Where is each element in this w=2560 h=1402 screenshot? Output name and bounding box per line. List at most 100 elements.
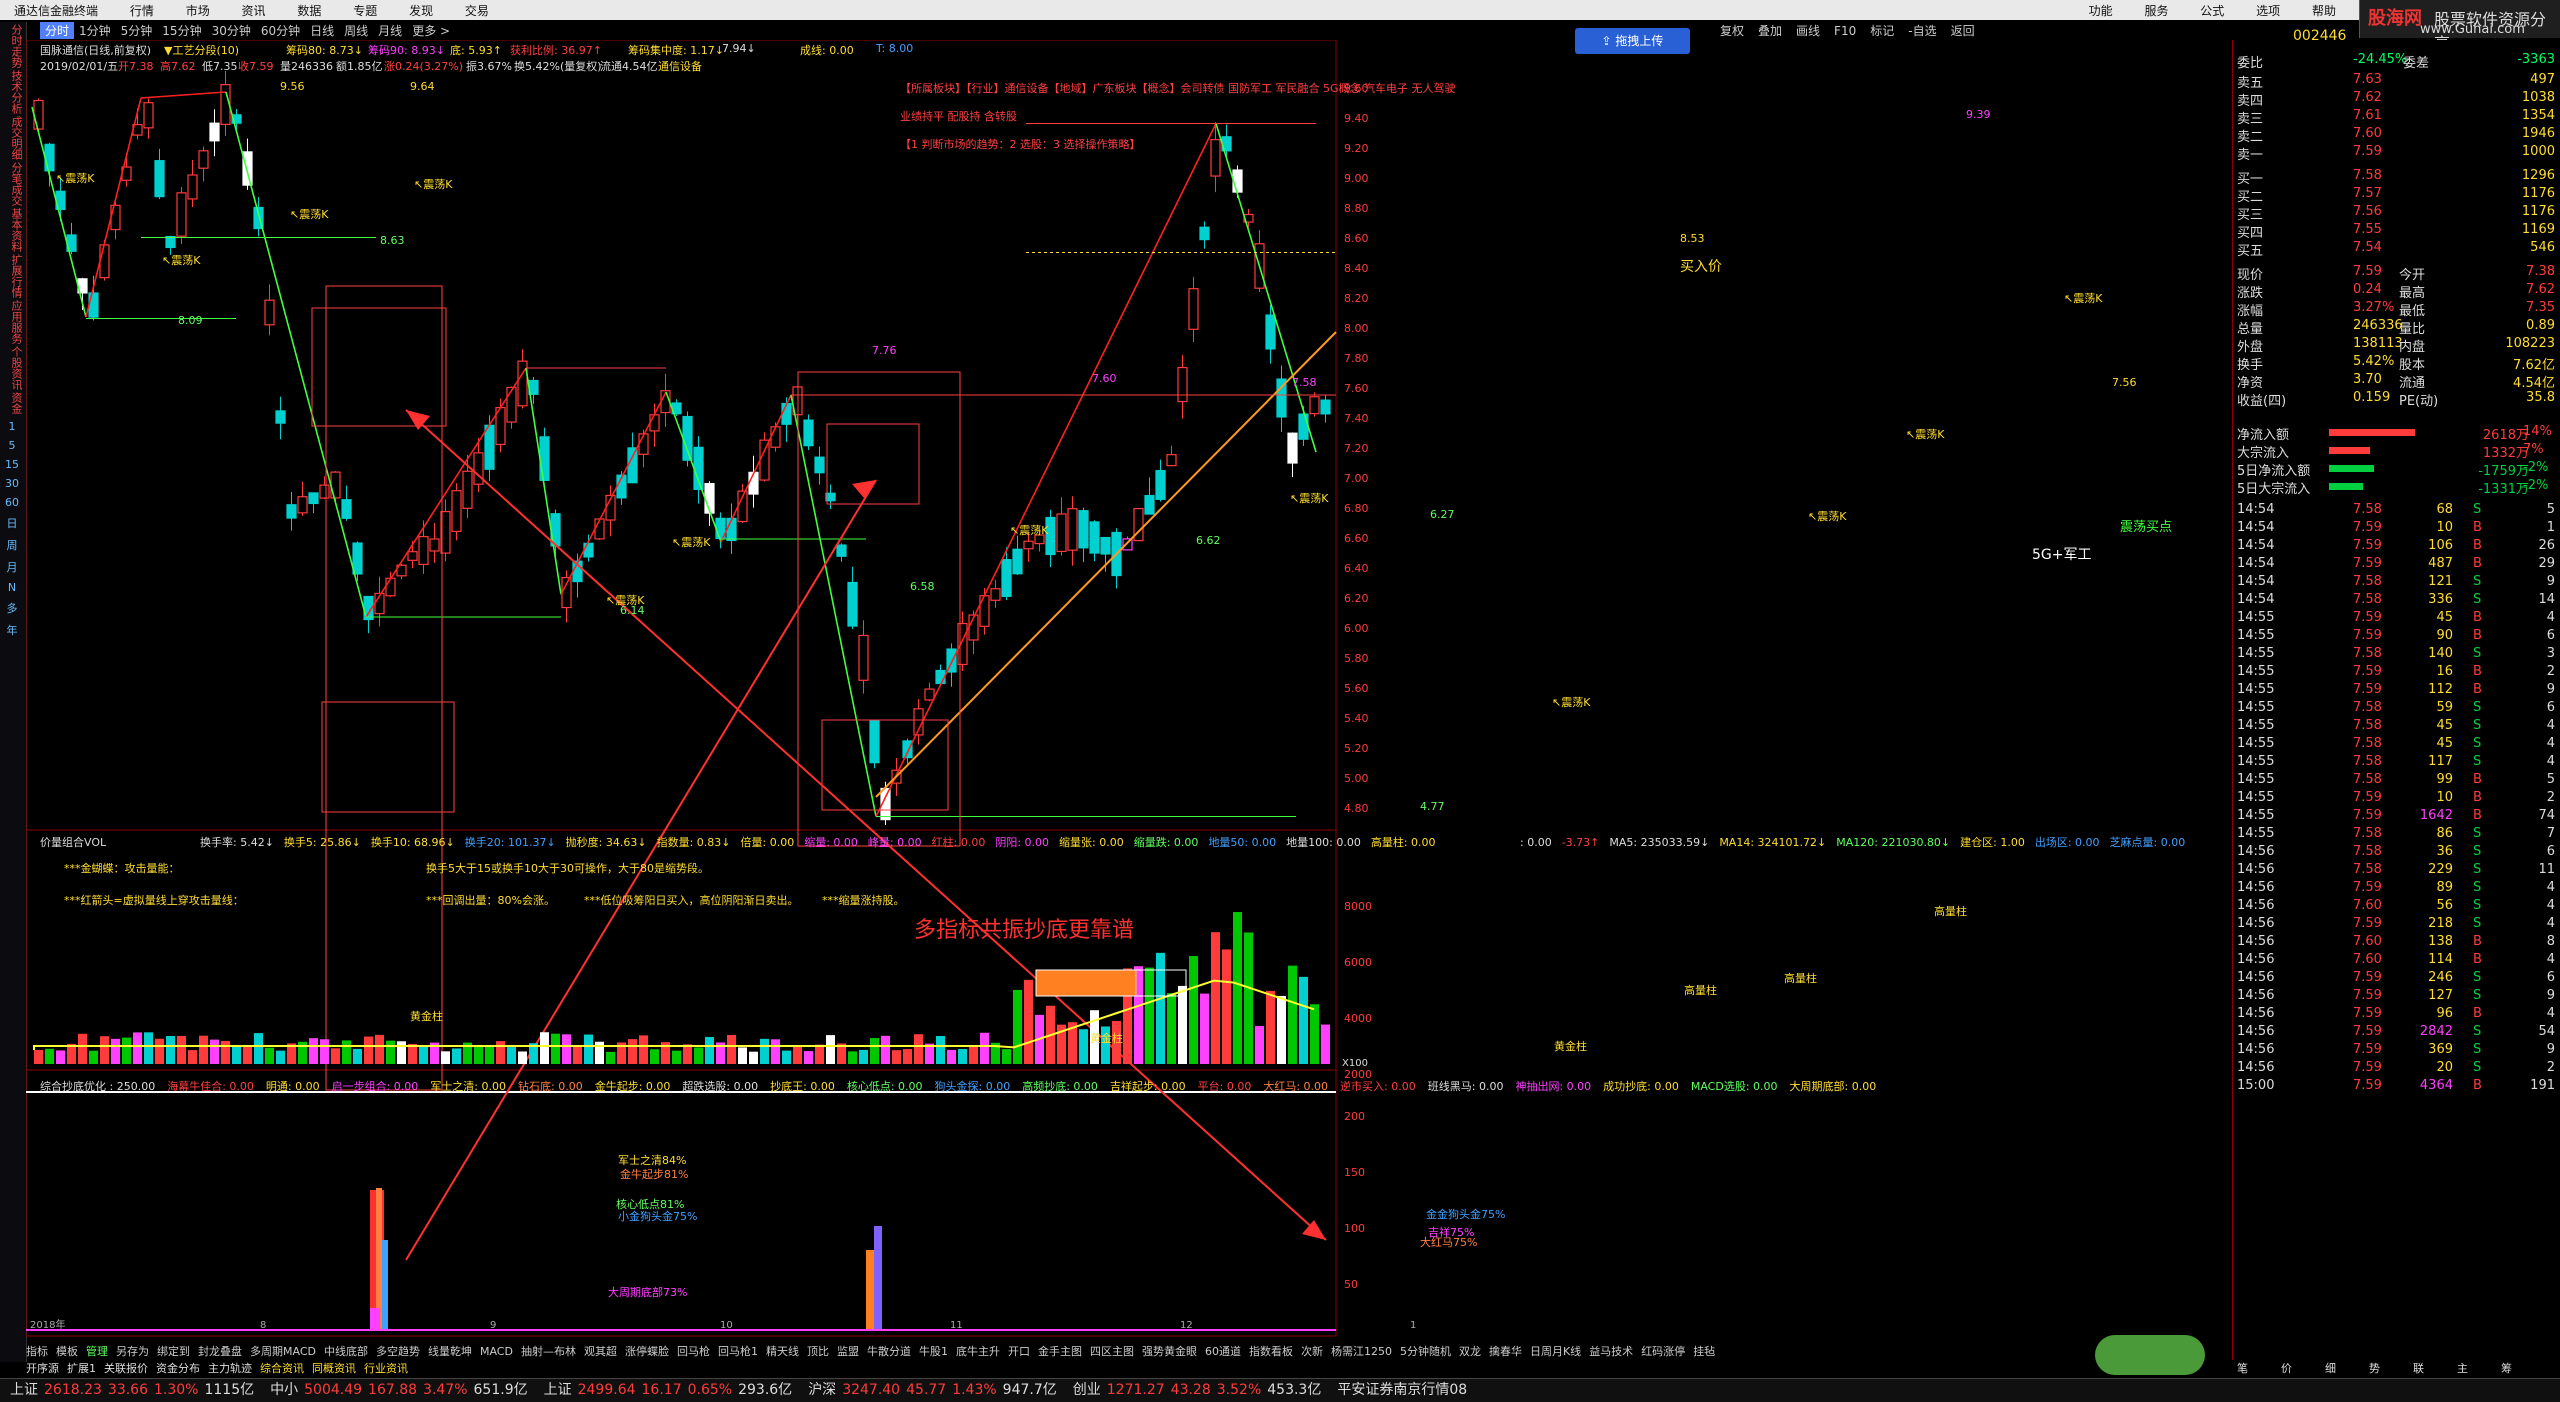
menu-market[interactable]: 市场 <box>172 0 224 20</box>
menu-service[interactable]: 服务 <box>2130 0 2182 20</box>
period-tab[interactable]: 月线 <box>373 22 407 39</box>
sidebar-period[interactable]: 1 <box>0 420 24 433</box>
indicator-tab[interactable]: 封龙叠盘 <box>198 1343 242 1359</box>
indicator-tab[interactable]: 回马枪 <box>677 1343 710 1359</box>
quote-tab[interactable]: 联 <box>2413 1360 2457 1376</box>
sidebar-tab[interactable]: 分笔成交 <box>2 162 24 206</box>
menu-options[interactable]: 选项 <box>2242 0 2294 20</box>
indicator-tab[interactable]: 强势黄金眼 <box>1142 1343 1197 1359</box>
indicator-tab[interactable]: 抽射—布林 <box>521 1343 576 1359</box>
indicator-tab[interactable]: 指数看板 <box>1249 1343 1293 1359</box>
sidebar-tab[interactable]: 技术分析 <box>2 70 24 114</box>
menu-news[interactable]: 资讯 <box>228 0 280 20</box>
menu-data[interactable]: 数据 <box>283 0 335 20</box>
menu-function[interactable]: 功能 <box>2075 0 2127 20</box>
indicator-tab[interactable]: 60通道 <box>1205 1343 1241 1359</box>
indicator-tab[interactable]: 益马技术 <box>1589 1343 1633 1359</box>
indicator-tab[interactable]: 次新 <box>1301 1343 1323 1359</box>
sidebar-tab[interactable]: 基本资料 <box>2 208 24 252</box>
menu-discover[interactable]: 发现 <box>395 0 447 20</box>
info-tab[interactable]: 主力轨迹 <box>208 1360 252 1376</box>
indicator-tab[interactable]: 双龙 <box>1459 1343 1481 1359</box>
info-tab[interactable]: 同概资讯 <box>312 1360 356 1376</box>
indicator-tab[interactable]: 金手主图 <box>1038 1343 1082 1359</box>
toolbar-button[interactable]: 复权 <box>1720 22 1744 39</box>
info-tab[interactable]: 关联报价 <box>104 1360 148 1376</box>
indicator-tab[interactable]: 牛散分道 <box>867 1343 911 1359</box>
indicator-tab[interactable]: 回马枪1 <box>718 1343 758 1359</box>
indicator-tab[interactable]: 另存为 <box>116 1343 149 1359</box>
indicator-tab[interactable]: 绑定到 <box>157 1343 190 1359</box>
quote-tab[interactable]: 细 <box>2325 1360 2369 1376</box>
sidebar-period[interactable]: 5 <box>0 439 24 452</box>
indicator-tab[interactable]: 线量乾坤 <box>428 1343 472 1359</box>
info-tab[interactable]: 综合资讯 <box>260 1360 304 1376</box>
period-tab[interactable]: 分时 <box>40 22 75 39</box>
indicator-tab[interactable]: 开口 <box>1008 1343 1030 1359</box>
toolbar-button[interactable]: 标记 <box>1870 22 1894 39</box>
sidebar-tab[interactable]: 应用服务 <box>2 300 24 344</box>
indicator-tab[interactable]: 监盟 <box>837 1343 859 1359</box>
indicator-tab[interactable]: 红码涨停 <box>1641 1343 1685 1359</box>
indicator-tab[interactable]: 多周期MACD <box>250 1343 316 1359</box>
menu-trade[interactable]: 交易 <box>451 0 503 20</box>
indicator-tab[interactable]: 日周月K线 <box>1530 1343 1581 1359</box>
period-tab[interactable]: 更多 > <box>407 22 455 39</box>
sidebar-period[interactable]: 月 <box>0 559 24 575</box>
quote-tab[interactable]: 筹 <box>2501 1360 2545 1376</box>
toolbar-button[interactable]: 返回 <box>1951 22 1975 39</box>
indicator-tab[interactable]: 涨停蝶脸 <box>625 1343 669 1359</box>
sidebar-period[interactable]: 30 <box>0 477 24 490</box>
sidebar-period[interactable]: 60 <box>0 496 24 509</box>
info-tab[interactable]: 行业资讯 <box>364 1360 408 1376</box>
sidebar-period[interactable]: N <box>0 581 24 594</box>
period-tab[interactable]: 1分钟 <box>74 22 116 39</box>
indicator-tab[interactable]: MACD <box>480 1345 513 1358</box>
sidebar-period[interactable]: 15 <box>0 458 24 471</box>
sidebar-tab[interactable]: 个股资讯 <box>2 346 24 390</box>
menu-help[interactable]: 帮助 <box>2298 0 2350 20</box>
sidebar-tab[interactable]: 资金 <box>2 392 24 414</box>
sidebar-period[interactable]: 多 <box>0 600 24 616</box>
period-tab[interactable]: 30分钟 <box>207 22 256 39</box>
menu-formula[interactable]: 公式 <box>2186 0 2238 20</box>
floating-assistant-icon[interactable] <box>2095 1335 2205 1375</box>
indicator-tab[interactable]: 顶比 <box>807 1343 829 1359</box>
sidebar-tab[interactable]: 分时走势 <box>2 24 24 68</box>
indicator-tab[interactable]: 观其超 <box>584 1343 617 1359</box>
indicator-tab[interactable]: 多空趋势 <box>376 1343 420 1359</box>
sidebar-period[interactable]: 年 <box>0 622 24 638</box>
period-tab[interactable]: 周线 <box>339 22 373 39</box>
period-tab[interactable]: 5分钟 <box>116 22 158 39</box>
info-tab[interactable]: 扩展1 <box>67 1360 96 1376</box>
menu-quotes[interactable]: 行情 <box>116 0 168 20</box>
indicator-tab[interactable]: 5分钟随机 <box>1400 1343 1451 1359</box>
indicator-tab[interactable]: 牛股1 <box>919 1343 948 1359</box>
indicator-tab[interactable]: 杨需江1250 <box>1331 1343 1392 1359</box>
indicator-tab[interactable]: 挂毡 <box>1693 1343 1715 1359</box>
toolbar-button[interactable]: 叠加 <box>1758 22 1782 39</box>
kline-chart[interactable]: 9.609.409.209.008.808.608.408.208.007.80… <box>26 40 2232 1340</box>
period-tab[interactable]: 日线 <box>305 22 339 39</box>
quote-tab[interactable]: 价 <box>2281 1360 2325 1376</box>
indicator-tab[interactable]: 模板 <box>56 1343 78 1359</box>
toolbar-button[interactable]: -自选 <box>1908 22 1936 39</box>
period-tab[interactable]: 60分钟 <box>256 22 305 39</box>
info-tab[interactable]: 资金分布 <box>156 1360 200 1376</box>
sidebar-period[interactable]: 周 <box>0 537 24 553</box>
indicator-tab[interactable]: 四区主图 <box>1090 1343 1134 1359</box>
indicator-tab[interactable]: 精天线 <box>766 1343 799 1359</box>
indicator-tab[interactable]: 管理 <box>86 1343 108 1359</box>
toolbar-button[interactable]: 画线 <box>1796 22 1820 39</box>
menu-topics[interactable]: 专题 <box>339 0 391 20</box>
quote-tab[interactable]: 主 <box>2457 1360 2501 1376</box>
toolbar-button[interactable]: F10 <box>1834 24 1856 38</box>
sidebar-tab[interactable]: 成交明细 <box>2 116 24 160</box>
sidebar-period[interactable]: 日 <box>0 515 24 531</box>
indicator-tab[interactable]: 擒春华 <box>1489 1343 1522 1359</box>
indicator-tab[interactable]: 底牛主升 <box>956 1343 1000 1359</box>
quote-tab[interactable]: 笔 <box>2237 1360 2281 1376</box>
sidebar-tab[interactable]: 扩展行情 <box>2 254 24 298</box>
quote-tab[interactable]: 势 <box>2369 1360 2413 1376</box>
info-tab[interactable]: 开序源 <box>26 1360 59 1376</box>
